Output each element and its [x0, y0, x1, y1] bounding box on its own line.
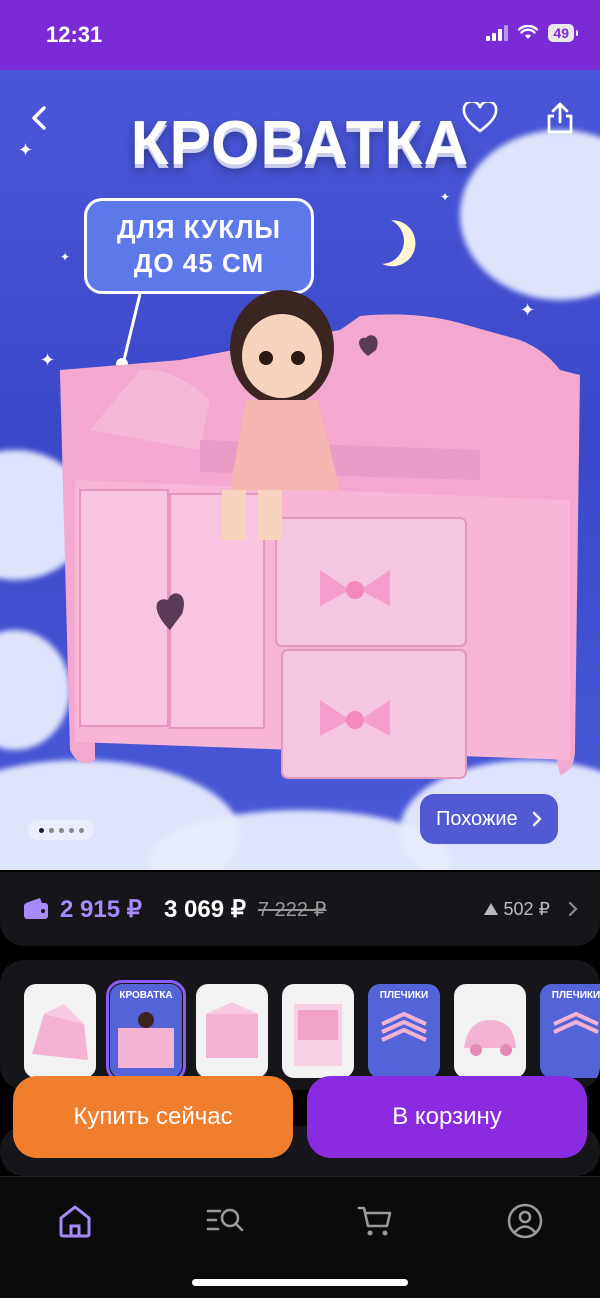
chevron-right-icon — [532, 811, 541, 827]
status-bar: 12:31 49 — [0, 0, 600, 70]
share-icon — [547, 102, 573, 134]
similar-products-button[interactable]: Похожие — [420, 794, 558, 844]
price-bar[interactable]: 2 915 ₽ 3 069 ₽ 7 222 ₽ 502 ₽ — [0, 872, 600, 946]
tab-catalog[interactable] — [195, 1191, 255, 1251]
heart-icon — [462, 102, 498, 133]
buy-now-button[interactable]: Купить сейчас — [13, 1076, 293, 1158]
variant-thumbnails: КРОВАТКА ПЛЕЧИКИ ПЛЕЧИКИ — [0, 960, 600, 1090]
carousel-pagination — [28, 820, 94, 840]
variant-thumbnail[interactable] — [454, 984, 526, 1078]
catalog-search-icon — [206, 1208, 244, 1232]
cellular-signal-icon — [486, 25, 509, 41]
tab-profile[interactable] — [495, 1191, 555, 1251]
home-icon — [59, 1205, 91, 1238]
similar-label: Похожие — [436, 807, 518, 830]
status-time: 12:31 — [46, 22, 103, 47]
thumbnail-label: ПЛЕЧИКИ — [551, 990, 600, 1001]
product-image-carousel[interactable]: ✦ ✦ ✦ ✦ ✦ КРОВАТКА ДЛЯ КУКЛЫ ДО 45 СМ По… — [0, 70, 600, 870]
price-history[interactable]: 502 ₽ — [483, 898, 579, 920]
variant-thumbnail[interactable] — [282, 984, 354, 1078]
price-drop-value: 502 ₽ — [503, 898, 551, 919]
variant-thumbnail[interactable]: ПЛЕЧИКИ — [368, 984, 440, 1078]
wifi-icon — [518, 25, 539, 39]
current-price: 3 069 ₽ — [164, 895, 246, 923]
favorite-button[interactable] — [458, 96, 502, 140]
cart-icon — [357, 1206, 392, 1236]
profile-icon — [507, 1203, 543, 1239]
wallet-price: 2 915 ₽ — [60, 895, 142, 923]
home-indicator — [192, 1279, 408, 1286]
status-icons: 49 — [486, 24, 578, 42]
thumbnail-label: КРОВАТКА — [119, 990, 173, 1001]
tab-cart[interactable] — [345, 1191, 405, 1251]
back-button[interactable] — [18, 96, 62, 140]
variant-thumbnail[interactable] — [196, 984, 268, 1078]
variant-thumbnail-selected[interactable]: КРОВАТКА — [106, 980, 186, 1082]
back-arrow-icon — [32, 106, 46, 130]
variant-thumbnail[interactable] — [24, 984, 96, 1078]
old-price: 7 222 ₽ — [258, 898, 327, 921]
share-button[interactable] — [538, 96, 582, 140]
variant-thumbnail[interactable]: ПЛЕЧИКИ — [540, 984, 600, 1078]
bottom-tab-bar — [0, 1176, 600, 1298]
tab-home[interactable] — [45, 1191, 105, 1251]
wallet-icon — [24, 898, 48, 919]
add-to-cart-button[interactable]: В корзину — [307, 1076, 587, 1158]
doll-bed-illustration — [60, 290, 580, 779]
chevron-right-icon — [568, 901, 578, 917]
thumbnail-label: ПЛЕЧИКИ — [379, 990, 429, 1001]
triangle-up-icon — [483, 903, 498, 915]
battery-indicator: 49 — [548, 24, 578, 42]
